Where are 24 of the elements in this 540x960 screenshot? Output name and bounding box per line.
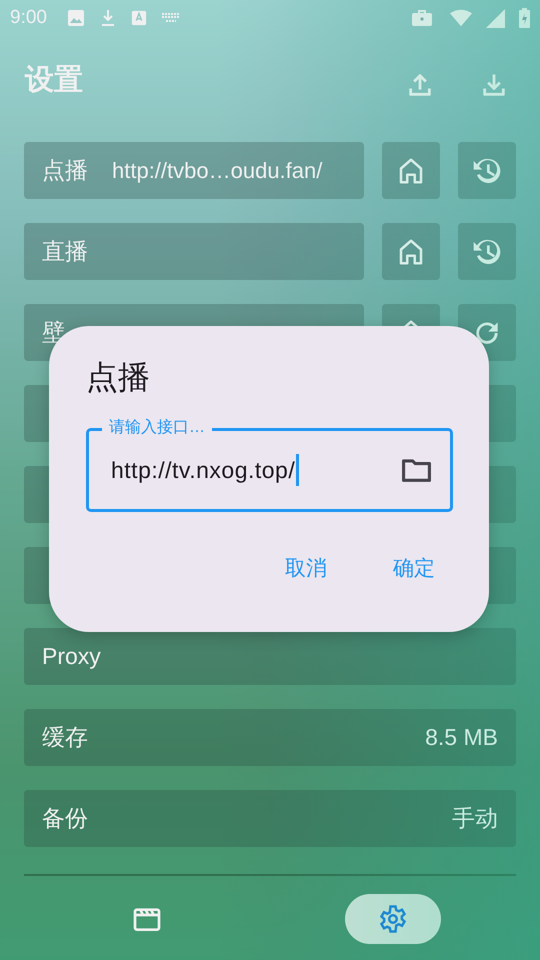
signal-icon (486, 8, 505, 28)
cancel-button[interactable]: 取消 (267, 548, 345, 588)
wifi-icon (450, 9, 472, 27)
settings-tab[interactable] (345, 894, 441, 944)
setting-label: Proxy (42, 643, 101, 670)
setting-label: 缓存 (42, 723, 88, 752)
setting-label: 直播 (42, 237, 88, 266)
setting-label: 备份 (42, 804, 88, 833)
page-title: 设置 (25, 63, 83, 98)
settings-icon (378, 904, 408, 934)
status-time: 9:00 (10, 7, 47, 29)
setting-value: 手动 (452, 804, 498, 833)
confirm-button[interactable]: 确定 (375, 548, 453, 588)
dialog-title: 点播 (86, 358, 150, 397)
folder-icon (401, 457, 432, 483)
text-cursor (296, 454, 300, 486)
setting-label: 点播 (42, 156, 88, 185)
battery-icon (519, 8, 530, 28)
keyboard-icon (160, 12, 181, 24)
setting-value: http://tvbo…oudu.fan/ (112, 158, 322, 184)
briefcase-icon (412, 9, 432, 27)
font-icon (130, 10, 147, 26)
setting-value: 8.5 MB (425, 724, 498, 751)
image-icon (66, 9, 85, 27)
